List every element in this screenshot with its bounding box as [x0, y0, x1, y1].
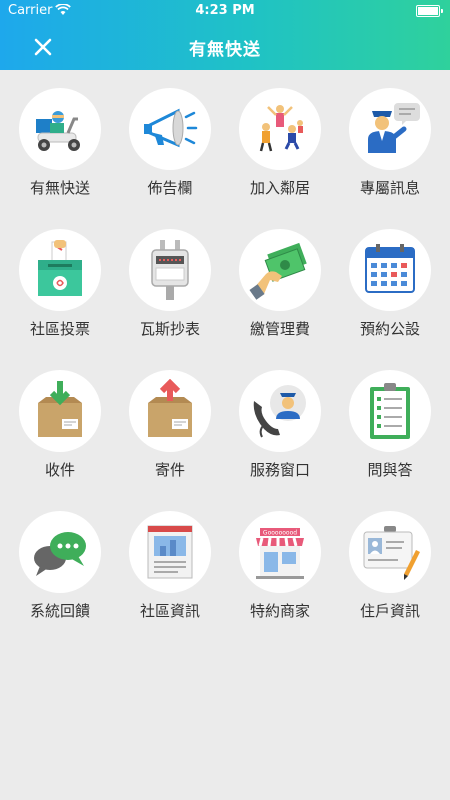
menu-grid: 有無快送 佈告欄 加入鄰居 專屬訊息 社區投票 瓦斯抄表 繳管理費 預約公設 收… — [0, 88, 450, 628]
menu-item-booking[interactable]: 預約公設 — [335, 229, 445, 346]
menu-item-management-fee[interactable]: 繳管理費 — [225, 229, 335, 346]
menu-item-gas-meter[interactable]: 瓦斯抄表 — [115, 229, 225, 346]
menu-item-label: 加入鄰居 — [249, 179, 310, 197]
ballot-box-icon — [38, 240, 82, 296]
menu-item-label: 瓦斯抄表 — [139, 320, 200, 338]
status-time: 4:23 PM — [195, 3, 255, 18]
receive-package-icon — [38, 381, 82, 437]
megaphone-icon — [144, 108, 198, 148]
menu-item-feedback[interactable]: 系統回饋 — [5, 511, 115, 628]
menu-item-label: 系統回饋 — [29, 602, 90, 620]
clipboard-qa-icon — [370, 383, 410, 439]
status-bar: Carrier 4:23 PM — [0, 0, 450, 22]
menu-item-label: 收件 — [44, 461, 75, 479]
menu-item-resident-info[interactable]: 住戶資訊 — [335, 511, 445, 628]
menu-item-label: 專屬訊息 — [359, 179, 420, 197]
chat-bubbles-icon — [34, 532, 86, 576]
send-package-icon — [148, 379, 192, 437]
menu-item-label: 服務窗口 — [249, 461, 310, 479]
newspaper-icon — [147, 525, 193, 579]
menu-item-messages[interactable]: 專屬訊息 — [335, 88, 445, 205]
menu-item-vote[interactable]: 社區投票 — [5, 229, 115, 346]
menu-item-delivery[interactable]: 有無快送 — [5, 88, 115, 205]
top-bar: Carrier 4:23 PM 有無快送 — [0, 0, 450, 70]
page-title: 有無快送 — [189, 40, 261, 60]
menu-item-receive[interactable]: 收件 — [5, 370, 115, 487]
service-phone-icon — [253, 385, 306, 438]
nav-bar: 有無快送 — [0, 22, 450, 70]
menu-item-label: 特約商家 — [249, 602, 310, 620]
menu-item-label: 佈告欄 — [147, 179, 193, 197]
menu-item-partner-stores[interactable]: Goooooood 特約商家 — [225, 511, 335, 628]
delivery-scooter-icon — [36, 111, 80, 151]
store-icon: Goooooood — [256, 528, 304, 579]
menu-item-send[interactable]: 寄件 — [115, 370, 225, 487]
menu-item-service-desk[interactable]: 服務窗口 — [225, 370, 335, 487]
id-card-icon — [363, 526, 420, 580]
menu-item-community-info[interactable]: 社區資訊 — [115, 511, 225, 628]
menu-item-label: 預約公設 — [359, 320, 420, 338]
gas-meter-icon — [151, 240, 189, 300]
menu-item-label: 有無快送 — [29, 179, 90, 197]
calendar-icon — [365, 244, 415, 293]
menu-item-label: 社區投票 — [29, 320, 90, 338]
menu-item-qa[interactable]: 問與答 — [335, 370, 445, 487]
menu-item-label: 繳管理費 — [249, 320, 310, 338]
menu-item-label: 寄件 — [154, 461, 185, 479]
menu-item-label: 住戶資訊 — [359, 602, 420, 620]
menu-item-label: 問與答 — [367, 461, 413, 479]
menu-item-join-neighbors[interactable]: 加入鄰居 — [225, 88, 335, 205]
guard-message-icon — [368, 103, 420, 153]
menu-item-label: 社區資訊 — [139, 602, 200, 620]
battery-icon — [416, 5, 443, 17]
store-sign-text: Goooooood — [263, 530, 297, 537]
menu-item-bulletin[interactable]: 佈告欄 — [115, 88, 225, 205]
neighbors-icon — [259, 105, 303, 152]
money-hand-icon — [249, 242, 307, 300]
